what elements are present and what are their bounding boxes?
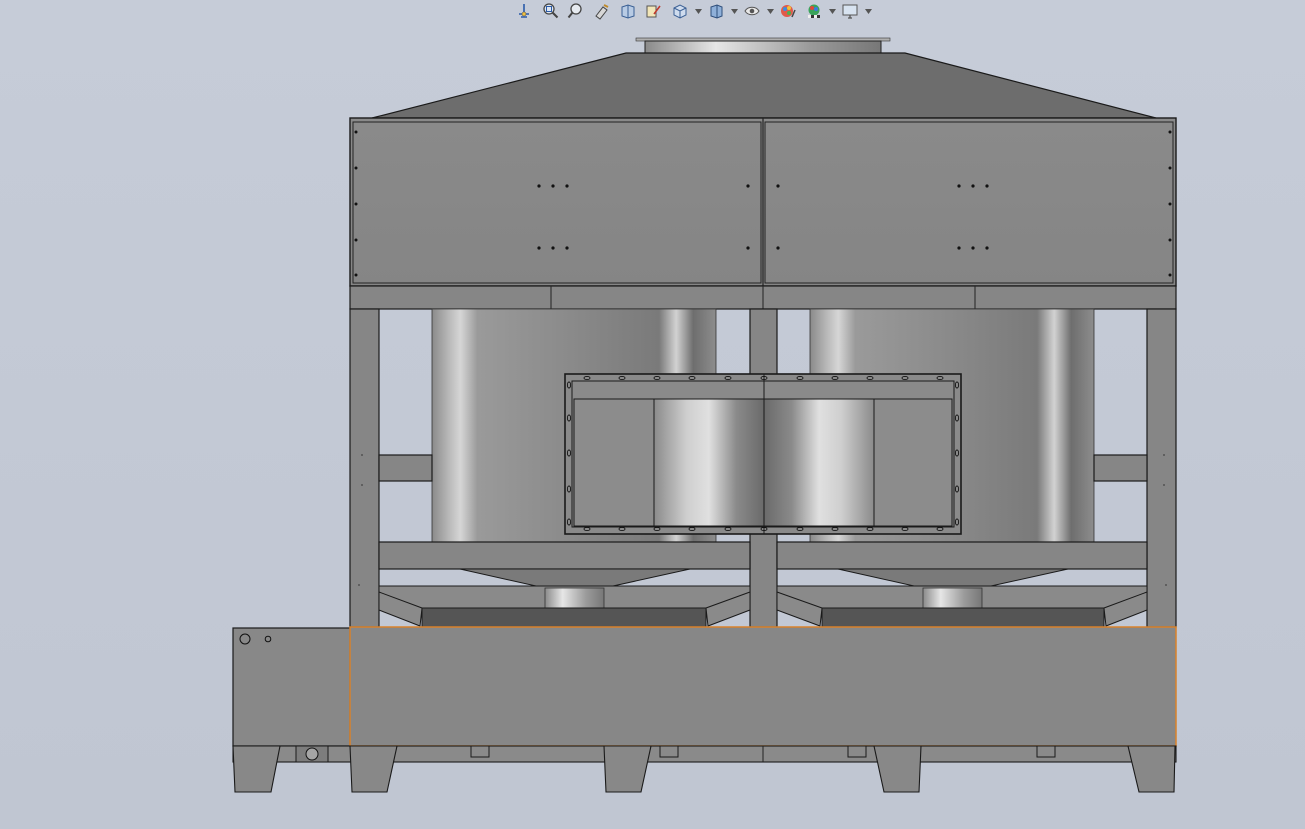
base-tank-selected[interactable]: [349, 626, 1177, 747]
inlet-duct-flange[interactable]: [564, 373, 962, 535]
top-hood[interactable]: [371, 52, 1157, 119]
upper-filter-box[interactable]: [349, 117, 1177, 287]
outlet-flange[interactable]: [635, 37, 891, 55]
control-cabinet[interactable]: [232, 627, 351, 747]
upper-support-rail[interactable]: [349, 285, 1177, 310]
graphics-area[interactable]: [0, 0, 1305, 829]
